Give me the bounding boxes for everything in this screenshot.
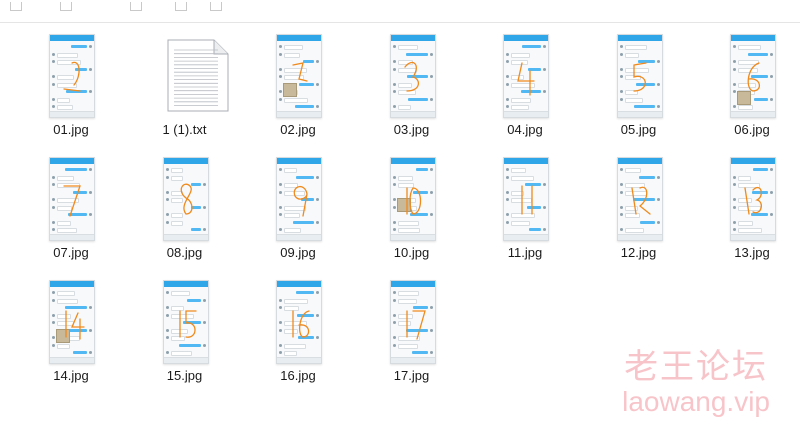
file-item-image[interactable]: 14.jpg bbox=[21, 268, 121, 388]
image-thumbnail bbox=[389, 157, 436, 241]
image-thumbnail bbox=[276, 280, 322, 364]
image-thumbnail bbox=[162, 280, 209, 364]
toolbar-icon[interactable] bbox=[130, 2, 142, 11]
file-item-image[interactable]: 01.jpg bbox=[21, 22, 121, 142]
image-thumbnail bbox=[503, 157, 549, 241]
file-name-label: 04.jpg bbox=[507, 122, 543, 137]
toolbar-strip bbox=[0, 0, 800, 23]
file-name-label: 12.jpg bbox=[620, 245, 657, 260]
file-name-label: 09.jpg bbox=[280, 245, 316, 260]
file-item-image[interactable]: 07.jpg bbox=[21, 145, 121, 265]
image-thumbnail bbox=[276, 157, 322, 241]
file-item-image[interactable]: 17.jpg bbox=[362, 268, 462, 388]
file-item-image[interactable]: 08.jpg bbox=[135, 145, 235, 265]
file-name-label: 1 (1).txt bbox=[162, 122, 207, 137]
file-item-image[interactable]: 05.jpg bbox=[589, 22, 689, 142]
toolbar-icon[interactable] bbox=[10, 2, 22, 11]
file-item-image[interactable]: 09.jpg bbox=[248, 145, 348, 265]
file-name-label: 08.jpg bbox=[166, 245, 203, 260]
file-item-image[interactable]: 02.jpg bbox=[248, 22, 348, 142]
file-item-image[interactable]: 03.jpg bbox=[362, 22, 462, 142]
file-name-label: 03.jpg bbox=[393, 122, 430, 137]
image-thumbnail bbox=[389, 280, 436, 364]
file-name-label: 05.jpg bbox=[620, 122, 657, 137]
file-item-image[interactable]: 15.jpg bbox=[135, 268, 235, 388]
toolbar-icon[interactable] bbox=[60, 2, 72, 11]
image-thumbnail bbox=[49, 157, 95, 241]
file-name-label: 14.jpg bbox=[53, 368, 89, 383]
file-name-label: 17.jpg bbox=[393, 368, 430, 383]
file-name-label: 02.jpg bbox=[280, 122, 316, 137]
image-thumbnail bbox=[616, 157, 663, 241]
image-thumbnail bbox=[162, 157, 209, 241]
file-name-label: 10.jpg bbox=[393, 245, 430, 260]
image-thumbnail bbox=[49, 34, 95, 118]
toolbar-icon[interactable] bbox=[175, 2, 187, 11]
file-name-label: 01.jpg bbox=[53, 122, 89, 137]
file-explorer-view: 01.jpg 1 (1).txt 02.jpg 03.jpg 04.jpg 05.jpg 0… bbox=[0, 0, 800, 436]
file-item-image[interactable]: 16.jpg bbox=[248, 268, 348, 388]
file-item-image[interactable]: 04.jpg bbox=[475, 22, 575, 142]
file-item-image[interactable]: 06.jpg bbox=[702, 22, 800, 142]
toolbar-icon[interactable] bbox=[210, 2, 222, 11]
file-name-label: 07.jpg bbox=[53, 245, 89, 260]
file-name-label: 15.jpg bbox=[166, 368, 203, 383]
text-document-icon bbox=[166, 38, 230, 113]
file-item-text[interactable]: 1 (1).txt bbox=[135, 22, 235, 142]
file-name-label: 06.jpg bbox=[734, 122, 770, 137]
image-thumbnail bbox=[276, 34, 322, 118]
image-thumbnail bbox=[503, 34, 549, 118]
image-thumbnail bbox=[49, 280, 95, 364]
file-item-image[interactable]: 12.jpg bbox=[589, 145, 689, 265]
image-thumbnail bbox=[730, 157, 776, 241]
file-name-label: 16.jpg bbox=[280, 368, 316, 383]
image-thumbnail bbox=[389, 34, 436, 118]
file-item-image[interactable]: 10.jpg bbox=[362, 145, 462, 265]
file-name-label: 13.jpg bbox=[734, 245, 770, 260]
file-name-label: 11.jpg bbox=[507, 245, 543, 260]
image-thumbnail bbox=[730, 34, 776, 118]
watermark-chinese: 老王论坛 bbox=[624, 347, 769, 387]
watermark: 老王论坛 laowang.vip bbox=[622, 339, 770, 418]
file-item-image[interactable]: 13.jpg bbox=[702, 145, 800, 265]
image-thumbnail bbox=[616, 34, 663, 118]
file-item-image[interactable]: 11.jpg bbox=[475, 145, 575, 265]
watermark-url: laowang.vip bbox=[622, 386, 770, 417]
